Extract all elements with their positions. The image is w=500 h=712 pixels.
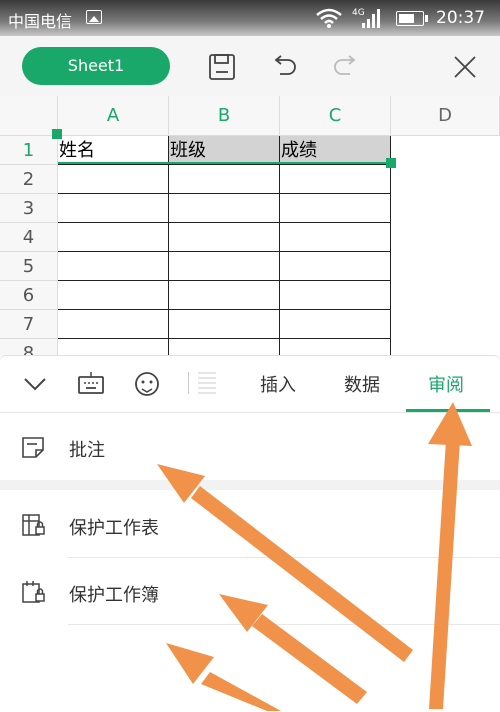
panel-tab-bar: 插入 数据 审阅 <box>0 356 500 413</box>
save-icon[interactable] <box>205 50 239 84</box>
row-header[interactable]: 1 <box>0 136 58 165</box>
selection-handle-end[interactable] <box>386 158 396 168</box>
grid-cell[interactable] <box>280 281 391 310</box>
menu-separator <box>68 557 500 558</box>
menu-item-label: 批注 <box>69 440 105 461</box>
row-header[interactable]: 4 <box>0 223 58 252</box>
col-header-b[interactable]: B <box>169 96 280 136</box>
top-toolbar: Sheet1 <box>0 36 500 96</box>
active-tab-indicator <box>406 409 490 412</box>
comment-icon <box>22 437 44 458</box>
grid-cell[interactable] <box>169 194 280 223</box>
carrier-label: 中国电信 <box>8 12 73 31</box>
undo-icon[interactable] <box>268 50 302 84</box>
grid-cell[interactable] <box>58 165 169 194</box>
grid-cell[interactable] <box>169 223 280 252</box>
status-bar: 中国电信 4G 20:37 <box>0 0 500 36</box>
redo-icon[interactable] <box>328 50 362 84</box>
protect-workbook-icon <box>22 581 45 603</box>
selection-handle-start[interactable] <box>52 129 62 139</box>
signal-icon: 4G <box>352 8 380 28</box>
col-header-d[interactable]: D <box>391 96 500 136</box>
tab-review[interactable]: 审阅 <box>428 371 464 397</box>
grid-cell[interactable] <box>169 165 280 194</box>
protect-sheet-icon <box>22 514 45 536</box>
chevron-down-icon[interactable] <box>20 369 50 399</box>
clock: 20:37 <box>436 8 485 28</box>
tab-data[interactable]: 数据 <box>344 371 380 397</box>
row-header[interactable]: 2 <box>0 165 58 194</box>
tab-divider <box>188 372 189 394</box>
menu-item-comment[interactable]: 批注 <box>0 414 500 480</box>
cell-c1[interactable]: 成绩 <box>280 136 391 165</box>
row-header[interactable]: 3 <box>0 194 58 223</box>
cell-b1[interactable]: 班级 <box>169 136 280 165</box>
row-header[interactable]: 5 <box>0 252 58 281</box>
wifi-icon <box>316 8 342 28</box>
grid-cell[interactable] <box>58 281 169 310</box>
menu-item-protect-workbook[interactable]: 保护工作簿 <box>0 559 500 625</box>
image-notification-icon <box>86 10 102 24</box>
col-header-a[interactable]: A <box>58 96 169 136</box>
battery-icon <box>396 11 428 26</box>
row-header[interactable]: 6 <box>0 281 58 310</box>
menu-item-protect-sheet[interactable]: 保护工作表 <box>0 492 500 558</box>
scrolled-tab-fade <box>198 372 216 394</box>
voice-assistant-icon[interactable] <box>132 369 162 399</box>
close-icon[interactable] <box>448 50 482 84</box>
grid-cell[interactable] <box>280 165 391 194</box>
tools-panel: 插入 数据 审阅 批注 保护工作表 保护工作簿 <box>0 355 500 712</box>
grid-cell[interactable] <box>58 252 169 281</box>
cell-a1[interactable]: 姓名 <box>58 136 169 165</box>
grid-cell[interactable] <box>280 194 391 223</box>
selection-border <box>58 162 392 164</box>
grid-cell[interactable] <box>280 310 391 339</box>
tab-insert[interactable]: 插入 <box>260 371 296 397</box>
corner-cell[interactable] <box>0 96 58 136</box>
grid-cell[interactable] <box>58 310 169 339</box>
grid-cell[interactable] <box>58 223 169 252</box>
grid-cell[interactable] <box>169 252 280 281</box>
section-gap <box>0 480 500 490</box>
spreadsheet-grid: A B C D 1 2 3 4 5 6 7 8 姓名 班级 成绩 <box>0 96 500 361</box>
grid-cell[interactable] <box>280 252 391 281</box>
row-header[interactable]: 7 <box>0 310 58 339</box>
grid-cell[interactable] <box>169 310 280 339</box>
menu-item-label: 保护工作表 <box>69 518 159 539</box>
menu-item-label: 保护工作簿 <box>69 585 159 606</box>
grid-cell[interactable] <box>58 194 169 223</box>
menu-separator <box>68 624 500 625</box>
grid-cell[interactable] <box>280 223 391 252</box>
network-type: 4G <box>352 8 365 18</box>
sheet-tab[interactable]: Sheet1 <box>22 47 170 85</box>
grid-cell[interactable] <box>169 281 280 310</box>
keyboard-icon[interactable] <box>76 369 106 399</box>
col-header-c[interactable]: C <box>280 96 391 136</box>
